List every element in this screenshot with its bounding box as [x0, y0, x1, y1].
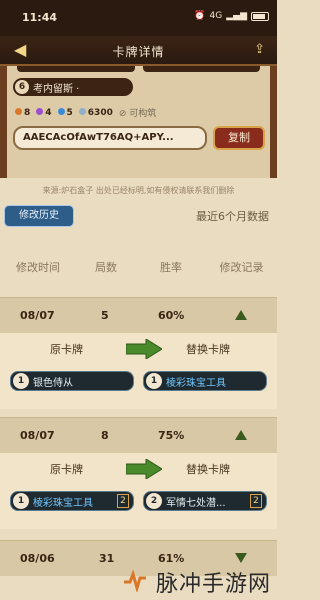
craftable-status: ⊘ 可构筑 [118, 109, 157, 119]
dust-row: 8 4 5 6300 ⊘ 可构筑 [15, 106, 156, 119]
card-name: 棱彩珠宝工具 [33, 497, 93, 509]
page-title: 卡牌详情 [112, 45, 165, 59]
record-date: 08/07 [20, 309, 55, 322]
column-headers: 修改时间 局数 胜率 修改记录 [0, 251, 277, 279]
dust-orange: 8 [15, 107, 30, 118]
watermark-logo-icon [124, 569, 146, 592]
tab-history[interactable]: 修改历史 [4, 205, 74, 227]
to-label: 替换卡牌 [186, 343, 230, 356]
table-row[interactable]: 08/07 5 60% [0, 297, 277, 333]
dust-blue: 5 [57, 107, 73, 118]
deck-panel: 6 考内留斯 · 8 4 5 6300 ⊘ 可构筑 AAECAcOfAwT76A… [0, 66, 277, 178]
status-icons: ⏰ 4G ▂▄▆ [194, 11, 269, 21]
trend-up-icon [235, 310, 247, 320]
dust-blue-icon [57, 107, 65, 115]
source-note: 来源:炉石盒子 出处已经标明,如有侵权请联系我们删除 [42, 186, 235, 195]
card-cost-badge: 2 [146, 493, 162, 509]
table-row[interactable]: 08/07 8 75% [0, 417, 277, 453]
record-games: 31 [99, 552, 115, 565]
record-winrate: 75% [158, 429, 185, 442]
card-cost-badge: 1 [146, 373, 162, 389]
trend-down-icon [235, 553, 247, 563]
dust-orange-icon [15, 107, 22, 115]
hero-row: 6 考内留斯 · [13, 78, 133, 96]
from-label: 原卡牌 [50, 343, 83, 356]
to-card[interactable]: 2 军情七处潜... 2 [143, 491, 267, 511]
swap-arrow-icon [126, 339, 162, 359]
card-name: 银色侍从 [33, 377, 73, 389]
battery-icon [251, 11, 269, 21]
network-label: 4G [209, 11, 223, 21]
card-count: 2 [117, 494, 129, 508]
dust-purple: 4 [36, 107, 52, 118]
to-label: 替换卡牌 [186, 463, 230, 476]
dust-total: 6300 [78, 107, 113, 118]
share-icon[interactable]: ⇪ [254, 42, 265, 57]
card-cost-badge: 1 [13, 493, 29, 509]
hero-label: 考内留斯 · [33, 83, 80, 95]
from-card[interactable]: 1 棱彩珠宝工具 2 [10, 491, 134, 511]
status-bar: 11:44 ⏰ 4G ▂▄▆ [0, 0, 277, 36]
card-name: 军情七处潜... [166, 497, 226, 509]
history-range: 最近6个月数据 [196, 210, 269, 223]
record-date: 08/06 [20, 552, 55, 565]
top-strip [17, 66, 260, 72]
swap-arrow-icon [126, 459, 162, 479]
record-winrate: 61% [158, 552, 185, 565]
dust-crystal-icon [78, 107, 86, 115]
title-bar: ◀ 卡牌详情 ⇪ [0, 36, 277, 66]
record-games: 8 [101, 429, 109, 442]
signal-icon: ▂▄▆ [226, 11, 247, 21]
record-games: 5 [101, 309, 109, 322]
record-winrate: 60% [158, 309, 185, 322]
card-count: 2 [250, 494, 262, 508]
dust-purple-icon [36, 107, 44, 115]
to-card[interactable]: 1 棱彩珠宝工具 [143, 371, 267, 391]
copy-button[interactable]: 复制 [213, 126, 265, 150]
col-record: 修改记录 [219, 261, 264, 274]
alarm-icon: ⏰ [194, 11, 206, 21]
swap-panel: 原卡牌 替换卡牌 1 银色侍从 1 棱彩珠宝工具 [0, 333, 277, 409]
swap-panel: 原卡牌 替换卡牌 1 棱彩珠宝工具 2 2 军情七处潜... 2 [0, 453, 277, 529]
hero-cost-badge: 6 [15, 80, 29, 94]
from-card[interactable]: 1 银色侍从 [10, 371, 134, 391]
card-name: 棱彩珠宝工具 [166, 377, 226, 389]
record-date: 08/07 [20, 429, 55, 442]
from-label: 原卡牌 [50, 463, 83, 476]
status-time: 11:44 [22, 11, 58, 24]
watermark-text: 脉冲手游网 [156, 572, 272, 597]
trend-up-icon [235, 430, 247, 440]
col-winrate: 胜率 [160, 261, 182, 274]
col-games: 局数 [95, 261, 117, 274]
card-cost-badge: 1 [13, 373, 29, 389]
col-time: 修改时间 [16, 261, 60, 274]
deck-code-field[interactable]: AAECAcOfAwT76AQ+APY... [13, 126, 207, 150]
